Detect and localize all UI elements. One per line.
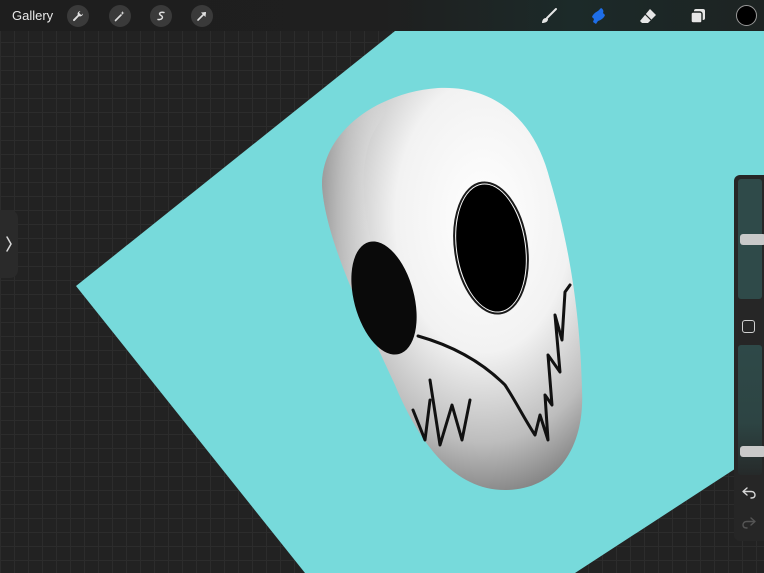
transform-arrow-icon[interactable]: [191, 5, 213, 27]
redo-button[interactable]: [741, 515, 757, 531]
chevron-right-icon: [6, 236, 12, 252]
color-picker-button[interactable]: [736, 5, 757, 26]
brush-size-slider[interactable]: [738, 179, 764, 299]
opacity-thumb[interactable]: [740, 446, 764, 457]
expand-panel-handle[interactable]: [0, 210, 18, 278]
brush-size-thumb[interactable]: [740, 234, 764, 245]
brush-sidebar: [734, 175, 764, 541]
undo-icon: [742, 487, 756, 499]
undo-button[interactable]: [741, 485, 757, 501]
selection-icon[interactable]: [150, 5, 172, 27]
gallery-button[interactable]: Gallery: [12, 8, 53, 23]
smudge-icon[interactable]: [588, 5, 610, 27]
brush-icon[interactable]: [538, 5, 560, 27]
magic-wand-icon[interactable]: [109, 5, 131, 27]
layers-icon[interactable]: [687, 5, 709, 27]
drawing-canvas[interactable]: [0, 0, 764, 573]
eraser-icon[interactable]: [637, 5, 659, 27]
wrench-icon[interactable]: [67, 5, 89, 27]
modify-button[interactable]: [742, 320, 755, 333]
opacity-slider[interactable]: [738, 345, 764, 475]
top-toolbar: Gallery: [0, 0, 764, 31]
redo-icon: [742, 517, 756, 529]
